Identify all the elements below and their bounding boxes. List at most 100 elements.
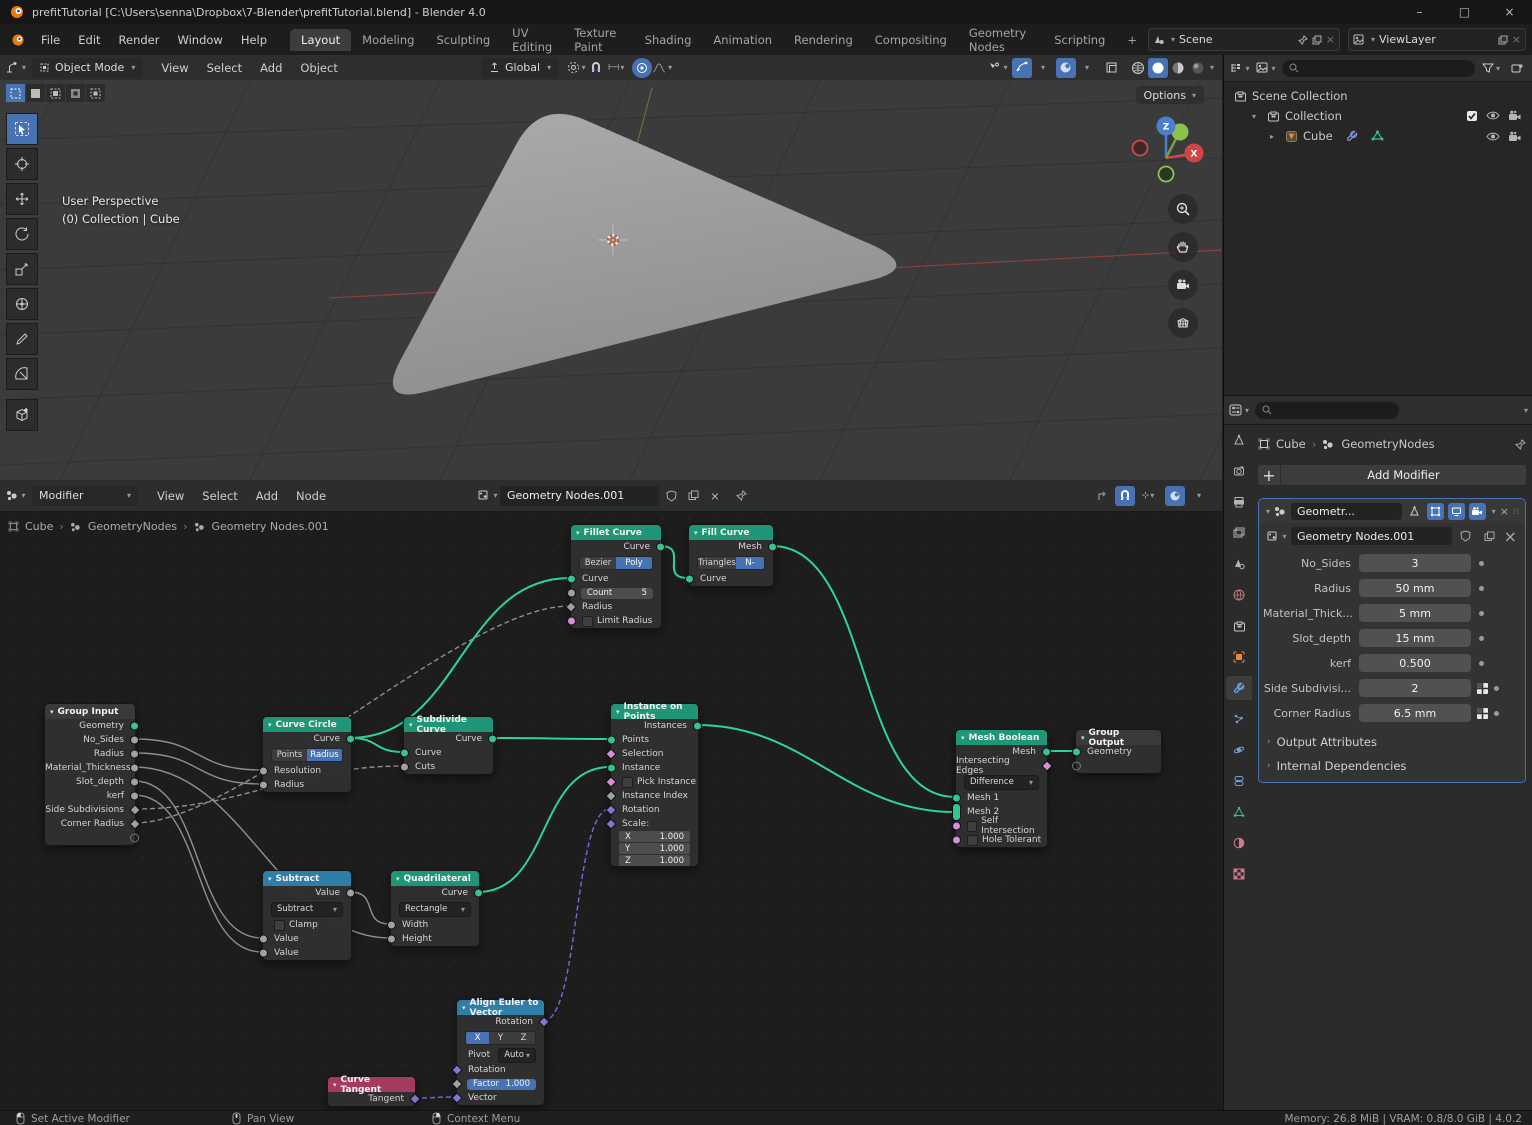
proportional-edit-icon[interactable]	[632, 58, 652, 78]
node-header[interactable]: ▾Align Euler to Vector	[457, 1000, 544, 1015]
workspace-tab-geometry-nodes[interactable]: Geometry Nodes	[958, 22, 1043, 58]
tool-scale[interactable]	[6, 253, 38, 285]
option-z[interactable]: Z	[512, 1032, 535, 1044]
menu-window[interactable]: Window	[168, 33, 231, 47]
xray-dropdown-icon[interactable]: ▾	[1076, 58, 1096, 78]
maximize-button[interactable]: □	[1442, 0, 1487, 24]
cuts-socket[interactable]	[400, 763, 409, 772]
mesh-socket[interactable]	[768, 543, 777, 552]
camera-toggle-icon[interactable]	[1508, 110, 1521, 122]
tool-select-box[interactable]	[6, 113, 38, 145]
section-internal-dependencies[interactable]: ›Internal Dependencies	[1267, 754, 1517, 778]
viewport-menu-select[interactable]: Select	[198, 61, 251, 75]
camera-toggle-icon[interactable]	[1508, 131, 1521, 142]
viewport-menu-add[interactable]: Add	[251, 61, 291, 75]
value-socket[interactable]	[346, 889, 355, 898]
curve-socket[interactable]	[567, 575, 576, 584]
node-dropdown[interactable]: Subtract▾	[271, 902, 343, 917]
filter-funnel-icon[interactable]: ▾	[1481, 58, 1501, 78]
field-value[interactable]: 2	[1359, 679, 1471, 697]
modifier-name-field[interactable]: Geometr...	[1291, 503, 1402, 520]
field-value[interactable]: 3	[1359, 554, 1471, 572]
node-curve-tangent[interactable]: ▾Curve TangentTangent	[327, 1076, 416, 1107]
breadcrumb-modifier[interactable]: GeometryNodes	[1341, 437, 1434, 451]
field-value[interactable]: 5 mm	[1359, 604, 1471, 622]
select-lasso-button[interactable]	[66, 84, 85, 102]
geometry-socket[interactable]	[130, 722, 139, 731]
ortho-toggle-icon[interactable]	[1168, 308, 1198, 338]
render-display-icon[interactable]	[1469, 503, 1486, 520]
material-thickness-socket[interactable]	[130, 764, 139, 773]
node-group-name-field[interactable]: Geometry Nodes.001	[1291, 527, 1452, 545]
pick-instance-socket[interactable]	[605, 776, 616, 787]
properties-tab-physics[interactable]	[1226, 738, 1252, 762]
vector-component-field[interactable]: Z1.000	[619, 855, 690, 866]
axis-gizmo[interactable]: Z X	[1128, 108, 1204, 184]
workspace-tab-uv-editing[interactable]: UV Editing	[501, 22, 563, 58]
workspace-tab-compositing[interactable]: Compositing	[864, 29, 958, 51]
option-n-gons[interactable]: N-gons	[736, 557, 764, 569]
curve-socket[interactable]	[488, 735, 497, 744]
input-attribute-toggle-icon[interactable]	[1476, 682, 1489, 695]
overlay-dropdown-icon[interactable]: ▾	[1188, 486, 1208, 506]
geometry-node-editor[interactable]: ▾ Modifier▾ ViewSelectAddNode ▾ Geometry…	[0, 480, 1222, 1110]
select-circle-button[interactable]	[46, 84, 65, 102]
properties-tab-render[interactable]	[1226, 459, 1252, 483]
properties-tab-world[interactable]	[1226, 583, 1252, 607]
outliner-row-cube[interactable]: ▸Cube	[1228, 126, 1529, 146]
disclosure-triangle-icon[interactable]: ▸	[1270, 132, 1280, 141]
outliner-search[interactable]	[1282, 60, 1475, 77]
workspace-tab-+[interactable]: +	[1116, 29, 1148, 51]
modifier-close-icon[interactable]: ×	[1500, 505, 1509, 518]
shading-material-icon[interactable]	[1168, 58, 1188, 78]
disclosure-triangle-icon[interactable]: ▾	[1252, 112, 1262, 121]
no-sides-socket[interactable]	[130, 736, 139, 745]
outliner-row-scene-collection[interactable]: Scene Collection	[1228, 86, 1529, 106]
decorator-dot[interactable]	[1494, 711, 1499, 716]
breadcrumb-object[interactable]: Cube	[1276, 437, 1306, 451]
properties-tab-modifiers[interactable]	[1226, 676, 1252, 700]
drag-handle-icon[interactable]: ⁞⁞	[1513, 507, 1520, 516]
mode-dropdown[interactable]: Object Mode▾	[32, 58, 142, 78]
value-socket[interactable]	[259, 935, 268, 944]
select-box-button[interactable]	[26, 84, 45, 102]
collapse-icon[interactable]: ▾	[1266, 507, 1270, 516]
unlink-icon[interactable]: ×	[705, 486, 725, 506]
properties-tab-material[interactable]	[1226, 831, 1252, 855]
value-socket[interactable]	[259, 949, 268, 958]
curve-socket[interactable]	[474, 889, 483, 898]
node-mesh-boolean[interactable]: ▾Mesh BooleanMeshIntersecting EdgesDiffe…	[955, 729, 1048, 848]
properties-search[interactable]	[1255, 402, 1399, 419]
overlays-dropdown-icon[interactable]: ▾	[1032, 58, 1052, 78]
eye-toggle-icon[interactable]	[1486, 131, 1500, 142]
remove-icon[interactable]: ×	[1512, 33, 1521, 46]
node-header[interactable]: ▾Curve Circle	[263, 717, 351, 732]
slot-depth-socket[interactable]	[130, 778, 139, 787]
properties-tab-data[interactable]	[1226, 800, 1252, 824]
vector-component-field[interactable]: Y1.000	[619, 843, 690, 854]
orientation-dropdown[interactable]: Global▾	[482, 58, 558, 78]
unlink-icon[interactable]: ×	[1326, 33, 1335, 46]
mesh-1-socket[interactable]	[952, 794, 961, 803]
resolution-socket[interactable]	[259, 767, 268, 776]
workspace-tab-scripting[interactable]: Scripting	[1043, 29, 1116, 51]
instances-socket[interactable]	[693, 722, 702, 731]
value-field[interactable]: Count5	[581, 588, 653, 599]
workspace-tab-shading[interactable]: Shading	[634, 29, 703, 51]
fake-user-shield-icon[interactable]	[661, 486, 681, 506]
section-output-attributes[interactable]: ›Output Attributes	[1267, 730, 1517, 754]
edit-mode-display-icon[interactable]	[1406, 503, 1423, 520]
camera-view-icon[interactable]	[1168, 270, 1198, 300]
node-fill-curve[interactable]: ▾Fill CurveMeshTrianglesN-gonsCurve	[688, 524, 774, 587]
slider-field[interactable]: Factor1.000	[467, 1079, 536, 1090]
decorator-dot[interactable]	[1479, 661, 1484, 666]
node-quadrilateral[interactable]: ▾QuadrilateralCurveRectangle▾WidthHeight	[390, 870, 480, 947]
plus-icon[interactable]: +	[1258, 465, 1280, 485]
node-dropdown[interactable]: Difference▾	[964, 775, 1039, 790]
node-instance-on-points[interactable]: ▾Instance on PointsInstancesPointsSelect…	[610, 703, 699, 867]
tool-measure[interactable]	[6, 358, 38, 390]
unlink-node-group-icon[interactable]: ×	[1504, 527, 1517, 546]
node-fillet-curve[interactable]: ▾Fillet CurveCurveBezierPolyCurveCount5R…	[570, 524, 662, 629]
properties-tab-tool[interactable]	[1226, 428, 1252, 452]
tool-transform[interactable]	[6, 288, 38, 320]
